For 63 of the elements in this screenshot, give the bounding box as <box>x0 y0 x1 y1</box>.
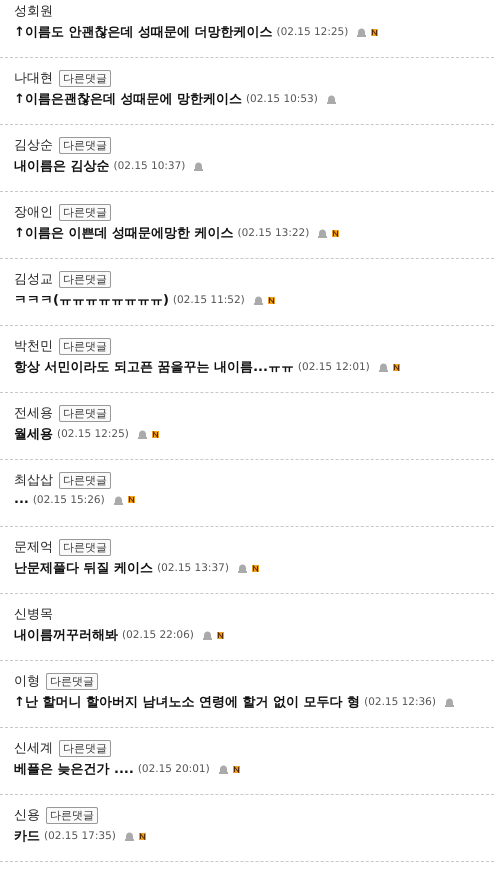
timestamp: (02.15 20:01) <box>138 763 210 775</box>
timestamp: (02.15 12:01) <box>298 361 370 373</box>
bell-icon[interactable] <box>378 362 389 372</box>
author-name: 김상순 <box>14 137 53 154</box>
other-comments-link[interactable]: 다른댓글 <box>59 472 111 488</box>
comment-text: 난문제풀다 뒤질 케이스 <box>14 560 154 577</box>
comment-text: ↑이름은괜찮은데 성때문에 망한케이스 <box>14 91 242 108</box>
bell-icon[interactable] <box>252 295 264 305</box>
author-name: 이형 <box>14 673 40 690</box>
bell-icon[interactable] <box>218 764 229 774</box>
comment-text: ↑이름은 이쁜데 성때문에망한 케이스 <box>14 225 234 242</box>
comment-text: ↑이름도 안괜찮은데 성때문에 더망한케이스 <box>14 24 272 41</box>
comment-text: 베플은 늦은건가 .... <box>14 761 134 778</box>
author-name: 신병목 <box>14 606 53 623</box>
bell-icon[interactable] <box>356 27 368 37</box>
other-comments-link[interactable]: 다른댓글 <box>59 270 111 288</box>
bell-icon[interactable] <box>112 494 124 504</box>
author-name: 신용 <box>14 807 40 824</box>
timestamp: (02.15 15:26) <box>32 494 105 506</box>
comment-text: ㅋㅋㅋ(ㅠㅠㅠㅠㅠㅠㅠㅠ) <box>14 292 169 309</box>
comment-text: ↑난 할머니 할아버지 남녀노소 연령에 할거 없이 모두다 형 <box>14 694 360 711</box>
author-name: 박천민 <box>14 338 53 355</box>
author-name: 최삽삽 <box>14 472 53 489</box>
author-name: 나대현 <box>14 70 53 87</box>
author-name: 전세용 <box>14 405 53 422</box>
timestamp: (02.15 12:36) <box>364 696 436 708</box>
other-comments-link[interactable]: 다른댓글 <box>59 70 111 86</box>
timestamp: (02.15 13:37) <box>157 562 229 574</box>
bell-icon[interactable] <box>136 429 148 439</box>
timestamp: (02.15 10:37) <box>114 160 186 172</box>
author-name: 성회원 <box>14 3 53 20</box>
other-comments-link[interactable]: 다른댓글 <box>59 136 111 154</box>
bell-icon[interactable] <box>236 563 248 573</box>
author-name: 장애인 <box>14 204 53 221</box>
bell-icon[interactable] <box>193 161 204 171</box>
bell-icon[interactable] <box>326 94 337 104</box>
timestamp: (02.15 11:52) <box>172 294 245 306</box>
comment-text: 월세용 <box>14 426 53 443</box>
bell-icon[interactable] <box>444 697 455 707</box>
other-comments-link[interactable]: 다른댓글 <box>59 538 111 556</box>
other-comments-link[interactable]: 다른댓글 <box>59 338 111 354</box>
author-name: 문제억 <box>14 539 53 556</box>
comment-text: ... <box>14 492 29 507</box>
timestamp: (02.15 22:06) <box>122 629 194 641</box>
comment-text: 항상 서민이라도 되고픈 꿈을꾸는 내이름...ㅠㅠ <box>14 359 294 376</box>
timestamp: (02.15 13:22) <box>237 227 310 239</box>
other-comments-link[interactable]: 다른댓글 <box>59 404 111 422</box>
timestamp: (02.15 12:25) <box>57 428 129 440</box>
bell-icon[interactable] <box>202 630 213 640</box>
author-name: 신세계 <box>14 740 53 757</box>
bell-icon[interactable] <box>317 228 328 238</box>
comment-text: 내이름꺼꾸러해봐 <box>14 627 118 644</box>
other-comments-link[interactable]: 다른댓글 <box>59 204 111 220</box>
comment-text: 카드 <box>14 828 40 845</box>
other-comments-link[interactable]: 다른댓글 <box>46 672 98 690</box>
other-comments-link[interactable]: 다른댓글 <box>59 740 111 756</box>
timestamp: (02.15 17:35) <box>44 830 116 842</box>
comment-text: 내이름은 김상순 <box>14 158 110 175</box>
bell-icon[interactable] <box>124 831 135 841</box>
timestamp: (02.15 12:25) <box>276 26 348 38</box>
timestamp: (02.15 10:53) <box>246 93 318 105</box>
other-comments-link[interactable]: 다른댓글 <box>46 806 98 824</box>
author-name: 김성교 <box>14 271 53 288</box>
